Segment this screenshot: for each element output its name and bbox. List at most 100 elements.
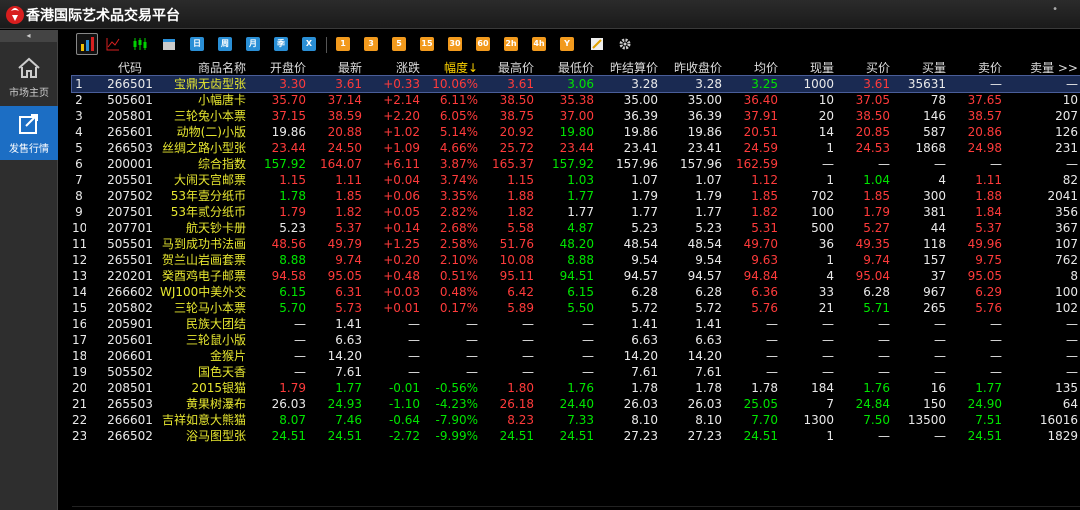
cell-askq: 356 xyxy=(1055,205,1078,219)
col-low[interactable]: 最低价 xyxy=(534,60,594,76)
cell-ask: 1.11 xyxy=(975,173,1002,187)
period-x-button[interactable]: X xyxy=(302,37,316,51)
cell-name: 黄果树瀑布 xyxy=(185,397,246,411)
col-open[interactable]: 开盘价 xyxy=(250,60,306,76)
cell-last: 5.37 xyxy=(335,221,362,235)
cell-code: 266601 xyxy=(107,413,153,427)
cell-avg: — xyxy=(766,317,778,331)
cell-pct: 2.82% xyxy=(439,205,478,219)
cell-open: — xyxy=(294,349,306,363)
table-row[interactable]: 14 266602 WJ100中美外交封 6.15 6.31 +0.03 0.48% 6.42… xyxy=(72,284,1080,300)
cell-bidq: 265 xyxy=(923,301,946,315)
cell-chg: +0.33 xyxy=(383,77,420,91)
col-percent-sorted[interactable]: 幅度↓ xyxy=(420,60,478,76)
col-code[interactable]: 代码 xyxy=(100,60,160,76)
cell-name: 2015银猫 xyxy=(191,381,246,395)
col-bid[interactable]: 买价 xyxy=(834,60,890,76)
col-ask-qty[interactable]: 卖量 >> xyxy=(1002,60,1078,76)
window-menu-icon[interactable]: • xyxy=(1052,4,1058,15)
period-15m-button[interactable]: 15 xyxy=(420,37,434,51)
table-row[interactable]: 2 505601 小幅唐卡 35.70 37.14 +2.14 6.11% 38.50 35.3… xyxy=(72,92,1080,108)
sidebar-collapse-button[interactable]: ◂ xyxy=(0,30,57,42)
cell-ask: 24.51 xyxy=(967,429,1002,443)
period-30m-button[interactable]: 30 xyxy=(448,37,462,51)
table-row[interactable]: 16 205901 民族大团结 — 1.41 — — — — 1.41 1.41 — — — — — — xyxy=(72,316,1080,332)
cell-low: 1.77 xyxy=(567,189,594,203)
table-row[interactable]: 11 505501 马到成功书法画 48.56 49.79 +1.25 2.58% 51.76… xyxy=(72,236,1080,252)
table-row[interactable]: 6 200001 综合指数 157.92 164.07 +6.11 3.87% 165.37 1… xyxy=(72,156,1080,172)
cell-ask: 1.88 xyxy=(975,189,1002,203)
cell-bid: — xyxy=(878,349,890,363)
col-avg[interactable]: 均价 xyxy=(722,60,778,76)
col-bid-qty[interactable]: 买量 xyxy=(890,60,946,76)
col-last[interactable]: 最新 xyxy=(306,60,362,76)
period-day-button[interactable]: 日 xyxy=(190,37,204,51)
table-row[interactable]: 19 505502 国色天香 — 7.61 — — — — 7.61 7.61 — — — — — — xyxy=(72,364,1080,380)
cell-name: 综合指数 xyxy=(197,157,246,171)
cell-low: 48.20 xyxy=(559,237,594,251)
cell-pct: — xyxy=(466,349,478,363)
col-ask[interactable]: 卖价 xyxy=(946,60,1002,76)
table-row[interactable]: 3 205801 三轮兔小本票 37.15 38.59 +2.20 6.05% 38.75 37… xyxy=(72,108,1080,124)
period-year-button[interactable]: Y xyxy=(560,37,574,51)
calendar-icon[interactable] xyxy=(162,37,176,51)
cell-chg: +0.06 xyxy=(383,189,420,203)
period-3m-button[interactable]: 3 xyxy=(364,37,378,51)
period-month-button[interactable]: 月 xyxy=(246,37,260,51)
line-chart-icon[interactable] xyxy=(106,37,120,51)
cell-prevc: 1.07 xyxy=(695,173,722,187)
table-row[interactable]: 21 265503 黄果树瀑布 26.03 24.93 -1.10 -4.23% 26.18 2… xyxy=(72,396,1080,412)
table-row[interactable]: 4 265601 动物(二)小版 19.86 20.88 +1.02 5.14% 20.92 1… xyxy=(72,124,1080,140)
col-name[interactable]: 商品名称 xyxy=(160,60,246,76)
col-volume[interactable]: 现量 xyxy=(778,60,834,76)
table-row[interactable]: 22 266601 吉祥如意大熊猫 8.07 7.46 -0.64 -7.90% 8.23 7.… xyxy=(72,412,1080,428)
cell-open: 1.15 xyxy=(279,173,306,187)
period-week-button[interactable]: 周 xyxy=(218,37,232,51)
gear-icon[interactable] xyxy=(618,37,632,51)
cell-high: 26.18 xyxy=(499,397,534,411)
table-row[interactable]: 13 220201 癸酉鸡电子邮票 94.58 95.05 +0.48 0.51% 95.11… xyxy=(72,268,1080,284)
table-row[interactable]: 12 265501 贺兰山岩画套票 8.88 9.74 +0.20 2.10% 10.08 8.… xyxy=(72,252,1080,268)
period-1m-button[interactable]: 1 xyxy=(336,37,350,51)
draw-tool-icon[interactable] xyxy=(590,37,604,51)
period-4h-button[interactable]: 4h xyxy=(532,37,546,51)
cell-code: 266602 xyxy=(107,285,153,299)
period-2h-button[interactable]: 2h xyxy=(504,37,518,51)
table-row[interactable]: 10 207701 航天钞卡册 5.23 5.37 +0.14 2.68% 5.58 4.87 5… xyxy=(72,220,1080,236)
table-row[interactable]: 20 208501 2015银猫 1.79 1.77 -0.01 -0.56% 1.80 1.7… xyxy=(72,380,1080,396)
app-logo-icon xyxy=(6,6,24,24)
period-quarter-button[interactable]: 季 xyxy=(274,37,288,51)
cell-vol: — xyxy=(822,317,834,331)
table-row[interactable]: 7 205501 大闹天宫邮票 1.15 1.11 +0.04 3.74% 1.15 1.03 1… xyxy=(72,172,1080,188)
sidebar-item-issue-quotes[interactable]: 发售行情 xyxy=(0,106,58,160)
cell-ask: 9.75 xyxy=(975,253,1002,267)
col-change[interactable]: 涨跌 xyxy=(362,60,420,76)
sidebar-item-market-home[interactable]: 市场主页 xyxy=(0,50,58,104)
table-row[interactable]: 23 266502 浴马图型张 24.51 24.51 -2.72 -9.99% 24.51 2… xyxy=(72,428,1080,444)
cell-vol: 20 xyxy=(818,109,834,123)
export-icon xyxy=(19,114,38,134)
table-row[interactable]: 15 205802 三轮马小本票 5.70 5.73 +0.01 0.17% 5.89 5.50… xyxy=(72,300,1080,316)
col-high[interactable]: 最高价 xyxy=(478,60,534,76)
cell-open: — xyxy=(294,333,306,347)
cell-low: 4.87 xyxy=(567,221,594,235)
cell-bidq: — xyxy=(934,429,946,443)
cell-prevc: 6.28 xyxy=(695,285,722,299)
table-row[interactable]: 17 205601 三轮鼠小版 — 6.63 — — — — 6.63 6.63 — — — — — — xyxy=(72,332,1080,348)
table-row[interactable]: 1 266501 宝鼎无齿型张 3.30 3.61 +0.33 10.06% 3.61 3.06… xyxy=(71,75,1080,93)
period-5m-button[interactable]: 5 xyxy=(392,37,406,51)
table-row[interactable]: 8 207502 53年壹分纸币 1.78 1.85 +0.06 3.35% 1.88 1.77… xyxy=(72,188,1080,204)
table-row[interactable]: 18 206601 金猴片 — 14.20 — — — — 14.20 14.20 — — — — — — xyxy=(72,348,1080,364)
cell-code: 266502 xyxy=(107,429,153,443)
candlestick-icon[interactable] xyxy=(132,37,147,51)
cell-avg: — xyxy=(766,365,778,379)
cell-prevs: 1.07 xyxy=(631,173,658,187)
cell-open: — xyxy=(294,317,306,331)
table-row[interactable]: 9 207501 53年贰分纸币 1.79 1.82 +0.05 2.82% 1.82 1.77… xyxy=(72,204,1080,220)
col-prev-close[interactable]: 昨收盘价 xyxy=(658,60,722,76)
bar-chart-icon[interactable] xyxy=(76,33,98,55)
col-prev-settle[interactable]: 昨结算价 xyxy=(594,60,658,76)
table-row[interactable]: 5 266503 丝绸之路小型张 23.44 24.50 +1.09 4.66% 25.72 2… xyxy=(72,140,1080,156)
period-60m-button[interactable]: 60 xyxy=(476,37,490,51)
cell-askq: 1829 xyxy=(1047,429,1078,443)
